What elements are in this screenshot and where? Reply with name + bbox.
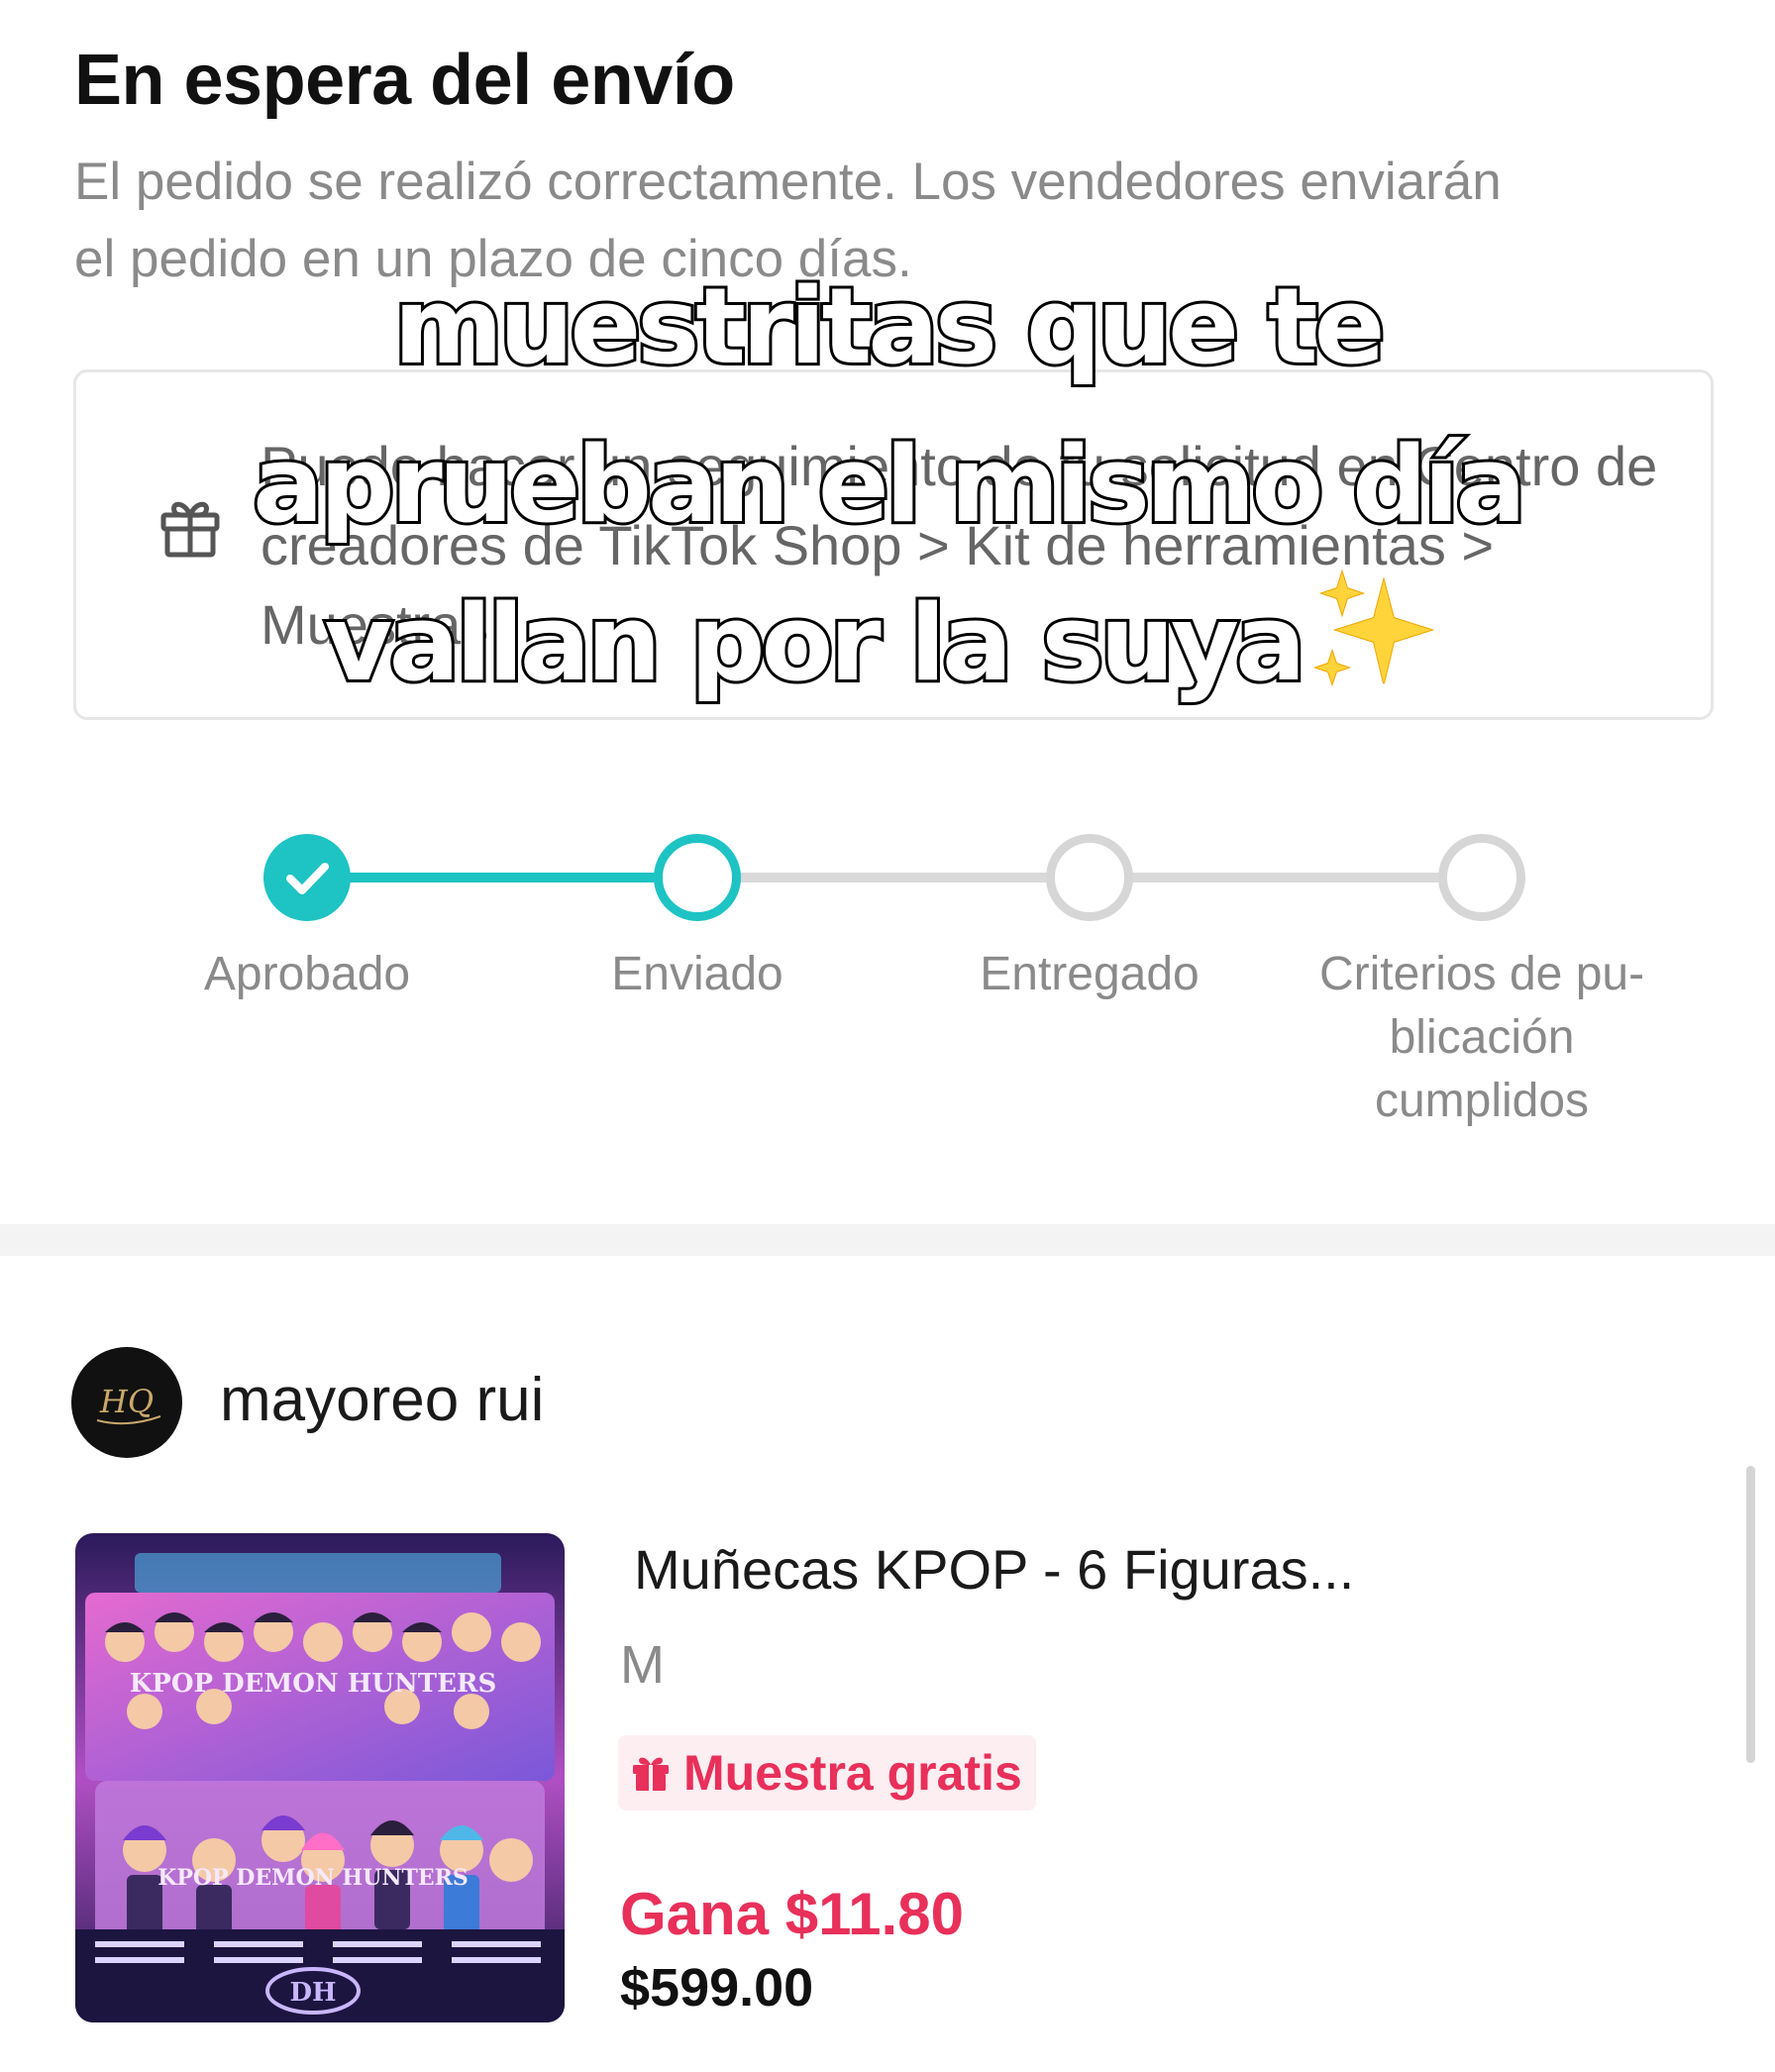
order-detail-screen: En espera del envío El pedido se realizó… — [0, 0, 1775, 2072]
step-delivered-dot — [1046, 834, 1133, 921]
svg-text:HQ: HQ — [99, 1383, 154, 1420]
check-icon — [286, 863, 329, 894]
seller-logo: HQ — [96, 1383, 161, 1425]
status-title: En espera del envío — [74, 41, 735, 120]
status-description: El pedido se realizó correctamente. Los … — [74, 153, 1502, 288]
section-divider — [0, 1224, 1775, 1256]
free-sample-badge: Muestra gratis — [618, 1735, 1036, 1811]
info-text: Puede hacer un seguimiento de tu solicit… — [261, 435, 1658, 656]
product-title[interactable]: Muñecas KPOP - 6 Figuras... — [634, 1537, 1354, 1602]
step-approved-dot — [263, 834, 351, 921]
info-box: Puede hacer un seguimiento de tu solicit… — [73, 369, 1714, 720]
progress-track-done — [305, 873, 697, 882]
step-approved-label: Aprobado — [203, 948, 411, 1000]
step-delivered-label: Entregado — [980, 948, 1200, 1000]
product-price: $599.00 — [620, 1958, 814, 2018]
scrollbar[interactable] — [1746, 1466, 1755, 1763]
gift-icon — [156, 491, 225, 561]
step-shipped-dot — [654, 834, 741, 921]
free-sample-label: Muestra gratis — [683, 1745, 1022, 1801]
product-image[interactable]: KPOP DEMON HUNTERS KPOP DEMON HUNTERS DH — [75, 1533, 565, 2022]
gift-icon — [633, 1757, 669, 1791]
step-shipped-label: Enviado — [611, 948, 783, 1000]
step-criteria-label: Criterios de pu-blicación cumplidos — [1318, 948, 1645, 1127]
product-image-label-3: DH — [289, 1978, 336, 2008]
seller-name[interactable]: mayoreo rui — [220, 1365, 544, 1435]
product-variant: M — [620, 1635, 665, 1695]
product-image-label-1: KPOP DEMON HUNTERS — [130, 1669, 497, 1699]
earnings-amount: Gana $11.80 — [620, 1881, 964, 1947]
seller-avatar[interactable]: HQ — [71, 1347, 182, 1458]
step-criteria-dot — [1438, 834, 1525, 921]
product-image-label-2: KPOP DEMON HUNTERS — [157, 1865, 469, 1891]
